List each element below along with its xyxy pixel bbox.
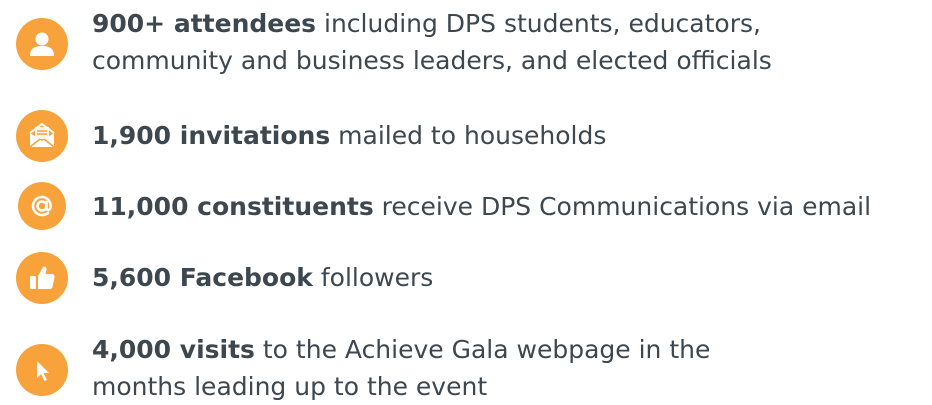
stat-description: including DPS students, educators, bbox=[316, 9, 761, 38]
stat-description: receive DPS Communications via email bbox=[373, 192, 872, 221]
stat-item-invitations: 1,900 invitations mailed to households bbox=[0, 110, 932, 162]
person-icon bbox=[16, 18, 68, 70]
thumbs-up-icon bbox=[16, 252, 68, 304]
stat-highlight: 11,000 constituents bbox=[92, 192, 374, 221]
envelope-icon bbox=[16, 110, 68, 162]
stat-item-attendees: 900+ attendees including DPS students, e… bbox=[0, 0, 932, 90]
stat-highlight: 5,600 Facebook bbox=[92, 263, 313, 292]
stat-text-attendees: 900+ attendees including DPS students, e… bbox=[92, 5, 772, 79]
stat-text-visits: 4,000 visits to the Achieve Gala webpage… bbox=[92, 331, 710, 405]
stat-description: mailed to households bbox=[330, 121, 607, 150]
stat-description-line2: community and business leaders, and elec… bbox=[92, 46, 772, 75]
stat-description: followers bbox=[312, 263, 434, 292]
stat-description-line2: months leading up to the event bbox=[92, 372, 488, 401]
cursor-icon bbox=[16, 344, 68, 396]
stat-text-constituents: 11,000 constituents receive DPS Communic… bbox=[92, 188, 871, 225]
at-sign-icon bbox=[18, 182, 66, 230]
stat-item-constituents: 11,000 constituents receive DPS Communic… bbox=[0, 182, 932, 232]
stat-text-facebook: 5,600 Facebook followers bbox=[92, 259, 433, 296]
stat-highlight: 900+ attendees bbox=[92, 9, 317, 38]
stat-description: to the Achieve Gala webpage in the bbox=[254, 335, 711, 364]
stat-text-invitations: 1,900 invitations mailed to households bbox=[92, 117, 606, 154]
stat-highlight: 4,000 visits bbox=[92, 335, 255, 364]
stat-item-visits: 4,000 visits to the Achieve Gala webpage… bbox=[0, 322, 932, 402]
stat-item-facebook: 5,600 Facebook followers bbox=[0, 250, 932, 304]
stat-highlight: 1,900 invitations bbox=[92, 121, 331, 150]
